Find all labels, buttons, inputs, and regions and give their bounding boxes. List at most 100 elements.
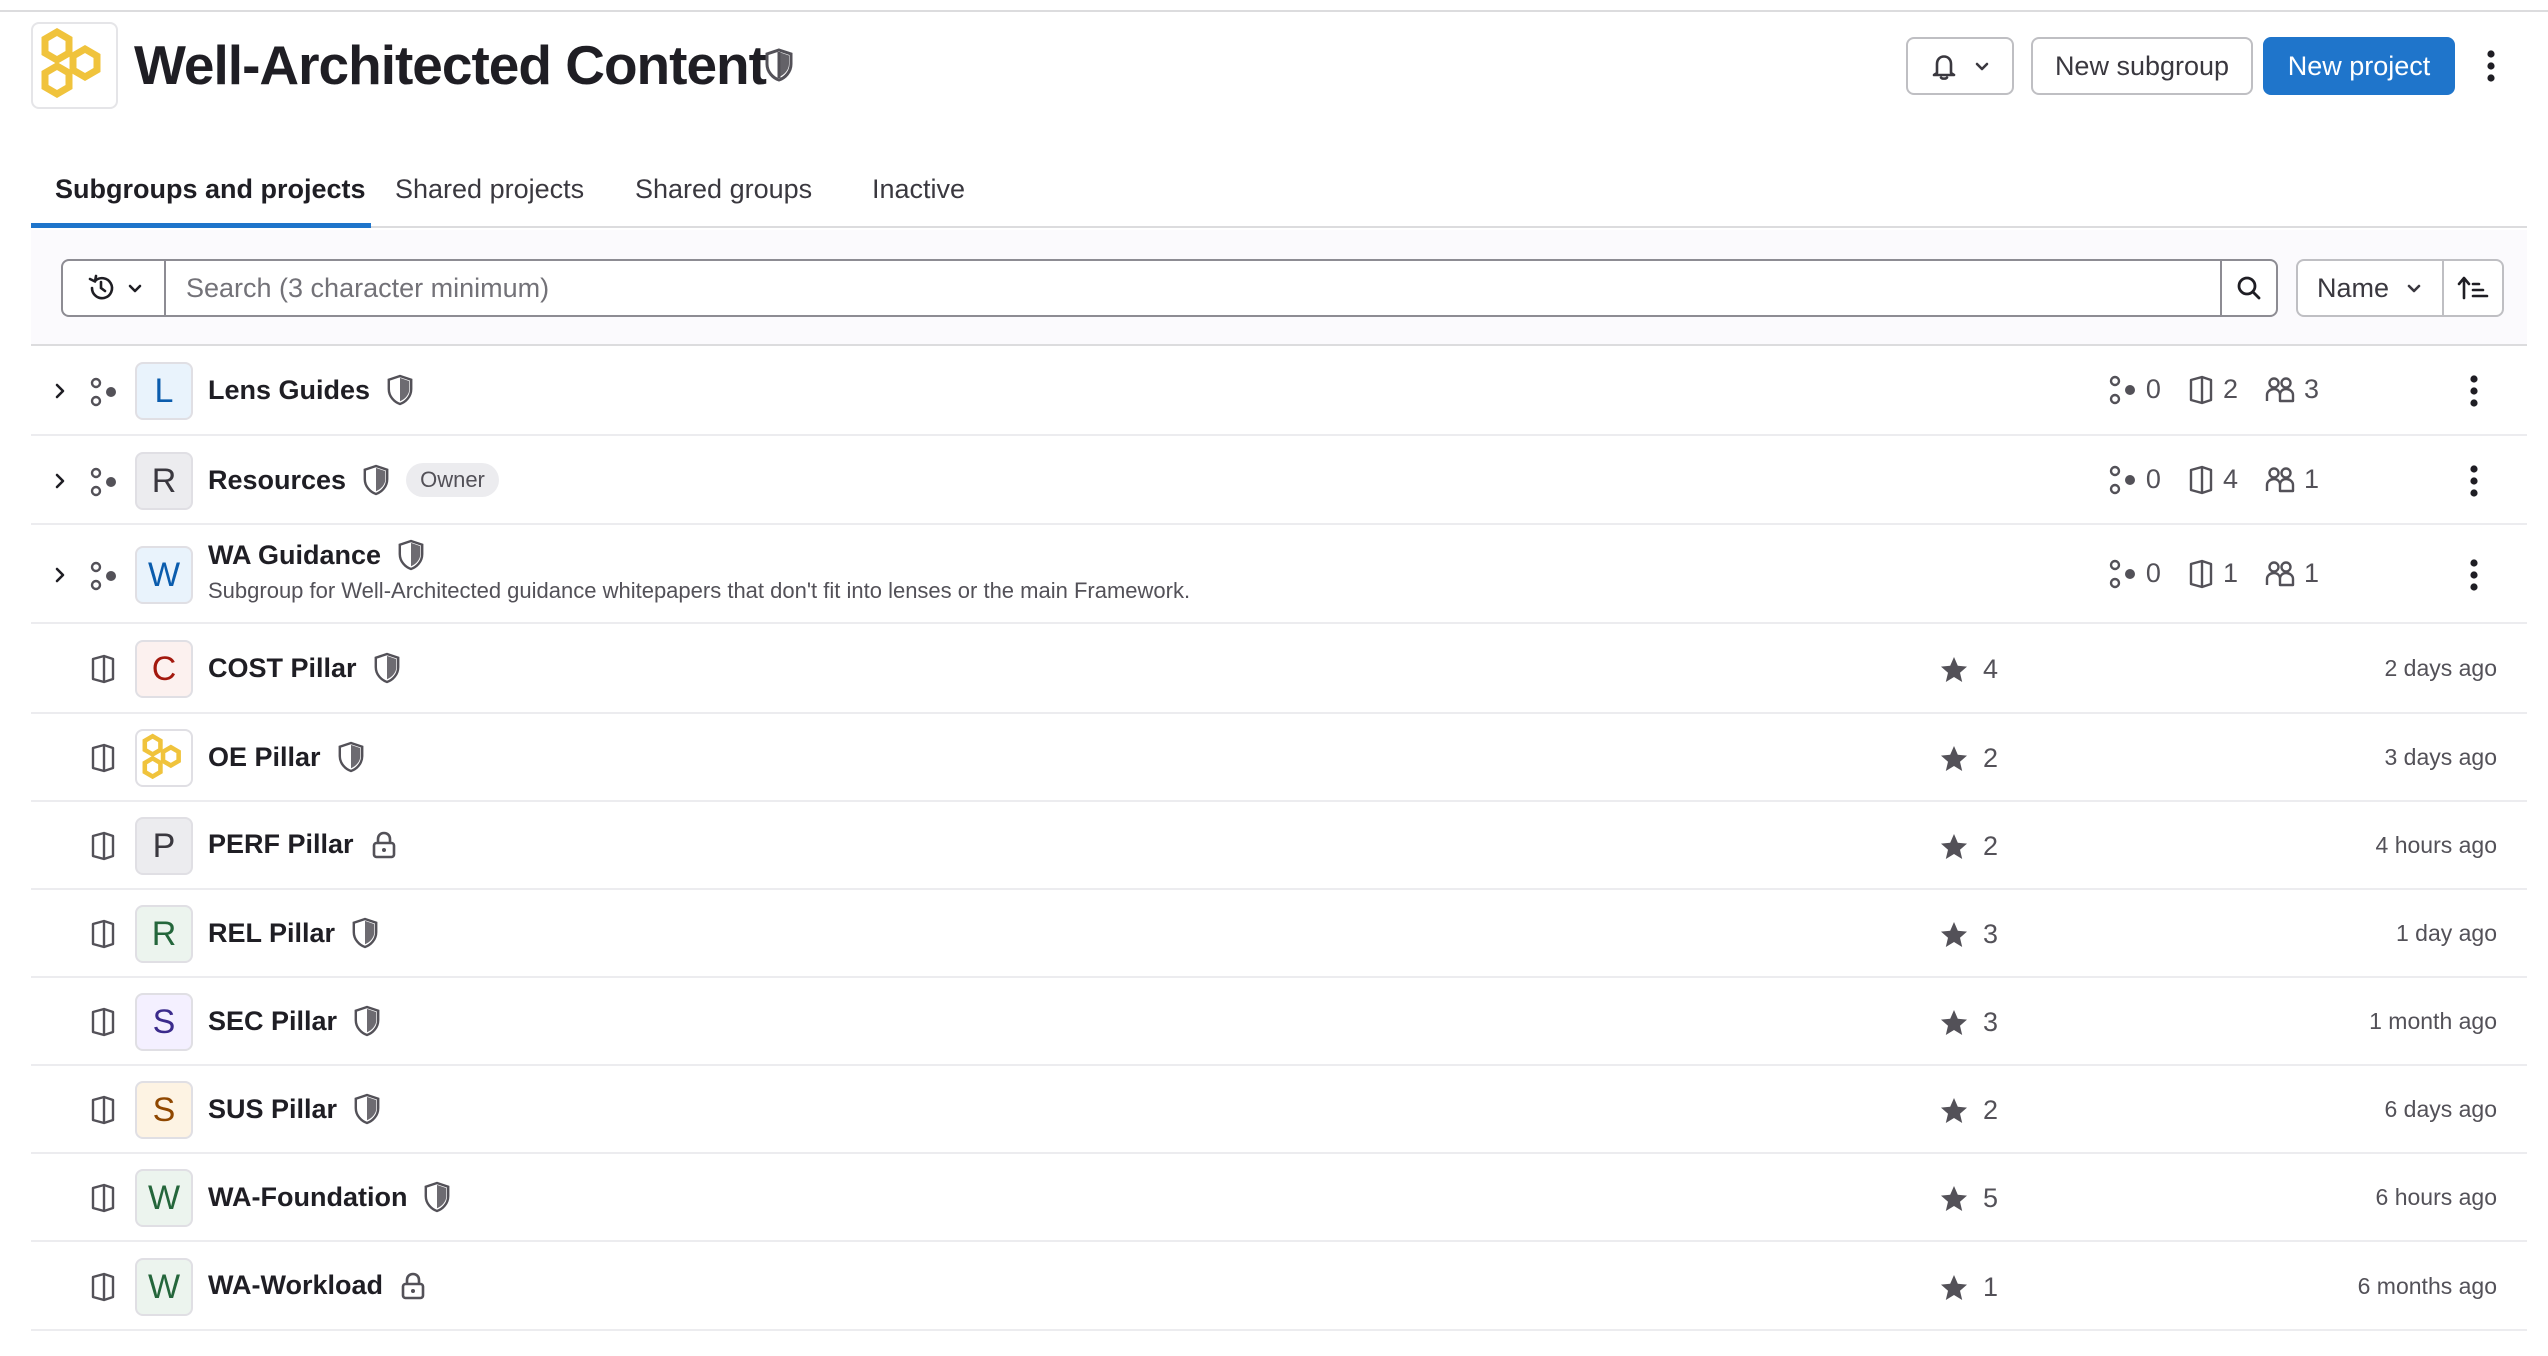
subgroup-icon: [89, 467, 119, 497]
item-name[interactable]: Lens Guides: [208, 375, 370, 406]
sort-direction-button[interactable]: [2442, 259, 2504, 317]
star-count-value: 2: [1983, 743, 1999, 773]
item-name[interactable]: WA-Foundation: [208, 1182, 407, 1213]
subgroups-count-value: 0: [2145, 558, 2161, 588]
project-row[interactable]: C COST Pillar 4 2 days ago: [31, 624, 2527, 714]
recent-searches-dropdown[interactable]: [61, 259, 166, 317]
row-actions-icon[interactable]: [2464, 369, 2484, 413]
project-icon: [89, 1095, 117, 1125]
star-count: 1: [1939, 1272, 1998, 1303]
subgroup-row[interactable]: W WA Guidance Subgroup for Well-Architec…: [31, 525, 2527, 624]
item-name[interactable]: WA-Workload: [208, 1270, 383, 1301]
project-row[interactable]: W WA-Workload 1 6 months ago: [31, 1242, 2527, 1331]
project-row[interactable]: OE Pillar 2 3 days ago: [31, 714, 2527, 802]
search-input[interactable]: [164, 259, 2222, 317]
avatar[interactable]: W: [135, 1169, 193, 1227]
chevron-down-icon: [2405, 279, 2423, 297]
project-icon: [89, 1007, 117, 1037]
item-name[interactable]: WA Guidance: [208, 540, 381, 571]
avatar[interactable]: S: [135, 1081, 193, 1139]
shield-icon: [351, 917, 379, 949]
project-row[interactable]: S SUS Pillar 2 6 days ago: [31, 1066, 2527, 1154]
tab-shared-projects[interactable]: Shared projects: [371, 164, 608, 229]
shield-icon: [397, 539, 425, 571]
project-row[interactable]: P PERF Pillar 2 4 hours ago: [31, 802, 2527, 890]
hexagon-logo-icon: [137, 731, 191, 785]
group-header: Well-Architected Content New subgroup Ne…: [31, 22, 2527, 110]
updated-time: 1 month ago: [2369, 1008, 2497, 1034]
shield-icon: [423, 1181, 451, 1213]
avatar[interactable]: L: [135, 362, 193, 420]
avatar-letter: C: [151, 649, 177, 688]
more-actions-icon[interactable]: [2481, 44, 2501, 88]
new-subgroup-button[interactable]: New subgroup: [2031, 37, 2253, 95]
projects-count: 4: [2187, 464, 2238, 495]
updated-time: 3 days ago: [2384, 744, 2497, 770]
item-name[interactable]: PERF Pillar: [208, 829, 354, 860]
subgroups-count: 0: [2108, 558, 2161, 589]
sort-by-dropdown[interactable]: Name: [2296, 259, 2444, 317]
members-count: 1: [2264, 558, 2319, 589]
avatar-letter: W: [147, 1267, 181, 1306]
project-row[interactable]: S SEC Pillar 3 1 month ago: [31, 978, 2527, 1066]
project-row[interactable]: W WA-Foundation 5 6 hours ago: [31, 1154, 2527, 1242]
updated-time: 6 days ago: [2384, 1096, 2497, 1122]
avatar[interactable]: S: [135, 993, 193, 1051]
active-tab-indicator: [31, 223, 371, 228]
project-icon: [89, 831, 117, 861]
chevron-right-icon[interactable]: [50, 381, 70, 401]
star-count-value: 3: [1983, 919, 1999, 949]
group-avatar[interactable]: [31, 22, 118, 109]
row-actions-icon[interactable]: [2464, 459, 2484, 503]
users-icon: [2265, 560, 2295, 586]
star-icon: [1939, 832, 1969, 862]
item-name[interactable]: SUS Pillar: [208, 1094, 337, 1125]
members-count-value: 3: [2303, 374, 2319, 404]
project-row[interactable]: R REL Pillar 3 1 day ago: [31, 890, 2527, 978]
avatar[interactable]: W: [135, 546, 193, 604]
star-icon: [1939, 920, 1969, 950]
avatar-letter: S: [152, 1090, 176, 1129]
avatar[interactable]: R: [135, 905, 193, 963]
subgroup-row[interactable]: L Lens Guides 0 2 3: [31, 346, 2527, 436]
subgroup-icon: [2109, 375, 2135, 404]
item-name[interactable]: Resources: [208, 465, 346, 496]
shield-icon: [337, 741, 365, 773]
members-count: 3: [2264, 374, 2319, 405]
avatar[interactable]: P: [135, 817, 193, 875]
subgroups-count-value: 0: [2145, 374, 2161, 404]
item-name[interactable]: COST Pillar: [208, 653, 357, 684]
item-name[interactable]: REL Pillar: [208, 918, 335, 949]
members-count: 1: [2264, 464, 2319, 495]
avatar[interactable]: W: [135, 1258, 193, 1316]
star-icon: [1939, 1096, 1969, 1126]
chevron-right-icon[interactable]: [50, 565, 70, 585]
search-button[interactable]: [2220, 259, 2278, 317]
subgroup-row[interactable]: R Resources Owner 0 4 1: [31, 436, 2527, 525]
subgroup-icon: [2109, 559, 2135, 588]
tab-shared-groups[interactable]: Shared groups: [611, 164, 836, 229]
tab-subgroups-and-projects[interactable]: Subgroups and projects: [31, 164, 390, 229]
project-icon: [89, 743, 117, 773]
shield-icon: [353, 1093, 381, 1125]
star-count-value: 2: [1983, 831, 1999, 861]
item-name[interactable]: SEC Pillar: [208, 1006, 337, 1037]
avatar[interactable]: C: [135, 640, 193, 698]
updated-time: 6 hours ago: [2375, 1184, 2497, 1210]
avatar[interactable]: [135, 729, 193, 787]
chevron-right-icon[interactable]: [50, 471, 70, 491]
row-actions-icon[interactable]: [2464, 553, 2484, 597]
item-name[interactable]: OE Pillar: [208, 742, 321, 773]
star-icon: [1939, 1008, 1969, 1038]
projects-count-value: 1: [2222, 558, 2238, 588]
members-count-value: 1: [2303, 558, 2319, 588]
avatar-letter: W: [147, 1178, 181, 1217]
shield-icon: [353, 1005, 381, 1037]
subgroups-count: 0: [2108, 374, 2161, 405]
new-project-button[interactable]: New project: [2263, 37, 2455, 95]
avatar[interactable]: R: [135, 452, 193, 510]
chevron-down-icon: [1973, 57, 1991, 75]
notifications-dropdown[interactable]: [1906, 37, 2014, 95]
history-icon: [86, 273, 116, 303]
tab-inactive[interactable]: Inactive: [848, 164, 989, 229]
